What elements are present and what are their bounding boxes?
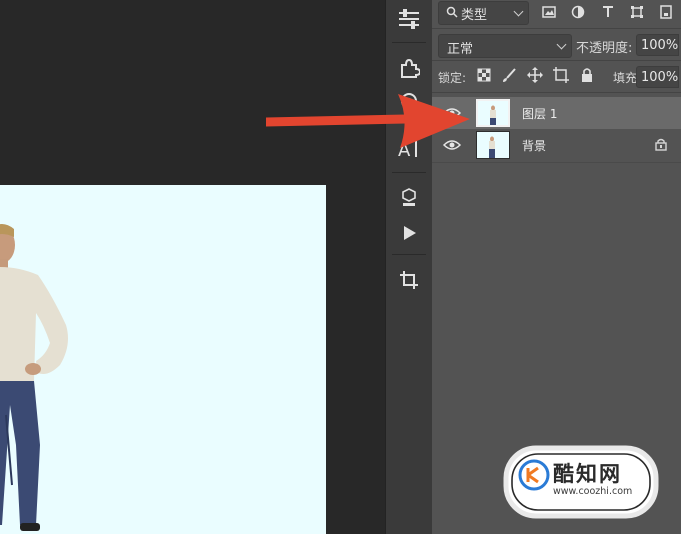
panel-divider — [432, 60, 681, 61]
layer-thumbnail — [476, 131, 510, 159]
type-filter-icon[interactable] — [598, 2, 618, 22]
adjustment-filter-icon[interactable] — [568, 2, 588, 22]
blend-mode-value: 正常 — [447, 42, 474, 57]
tool-separator — [392, 172, 426, 173]
panel-icon-strip: A — [385, 0, 434, 534]
lock-position-icon[interactable] — [526, 66, 544, 84]
crop-icon[interactable] — [396, 267, 422, 293]
chevron-down-icon — [556, 39, 567, 50]
canvas-pasteboard — [326, 0, 385, 534]
fill-input[interactable]: 100% — [636, 66, 679, 88]
opacity-input[interactable]: 100% — [636, 34, 679, 56]
lock-label: 锁定: — [438, 71, 467, 85]
panel-divider — [432, 28, 681, 29]
shape-filter-icon[interactable] — [627, 2, 647, 22]
blend-mode-dropdown[interactable]: 正常 — [438, 34, 572, 58]
play-icon[interactable] — [396, 220, 422, 246]
3d-icon[interactable] — [396, 184, 422, 210]
lock-image-pixels-icon[interactable] — [500, 66, 518, 84]
document-canvas[interactable] — [0, 185, 326, 534]
document-workspace — [0, 0, 385, 534]
person-image — [0, 224, 68, 531]
lock-artboard-icon[interactable] — [552, 66, 570, 84]
layer-thumbnail — [476, 99, 510, 127]
lock-transparent-pixels-icon[interactable] — [475, 66, 493, 84]
chevron-down-icon — [513, 6, 524, 17]
watermark-url: www.coozhi.com — [553, 486, 633, 497]
layer-filter-dropdown[interactable]: 类型 — [438, 1, 529, 25]
red-arrow-annotation — [266, 94, 470, 148]
search-icon — [446, 6, 458, 18]
lock-icon — [655, 138, 667, 151]
coozhi-logo-icon — [518, 459, 550, 491]
tool-separator — [392, 254, 426, 255]
layer-name: 图层 1 — [522, 107, 558, 121]
smart-object-filter-icon[interactable] — [656, 2, 676, 22]
lock-all-icon[interactable] — [578, 66, 596, 84]
tool-separator — [392, 42, 426, 43]
adjustments-icon[interactable] — [396, 6, 422, 32]
layer-name: 背景 — [522, 139, 547, 153]
opacity-label: 不透明度: — [576, 41, 633, 56]
watermark-brand: 酷知网 — [553, 462, 622, 486]
plugins-icon[interactable] — [396, 55, 422, 81]
filter-label: 类型 — [461, 7, 488, 23]
layer-filter-row: 类型 — [436, 0, 681, 26]
image-filter-icon[interactable] — [539, 2, 559, 22]
panel-divider — [432, 162, 681, 163]
